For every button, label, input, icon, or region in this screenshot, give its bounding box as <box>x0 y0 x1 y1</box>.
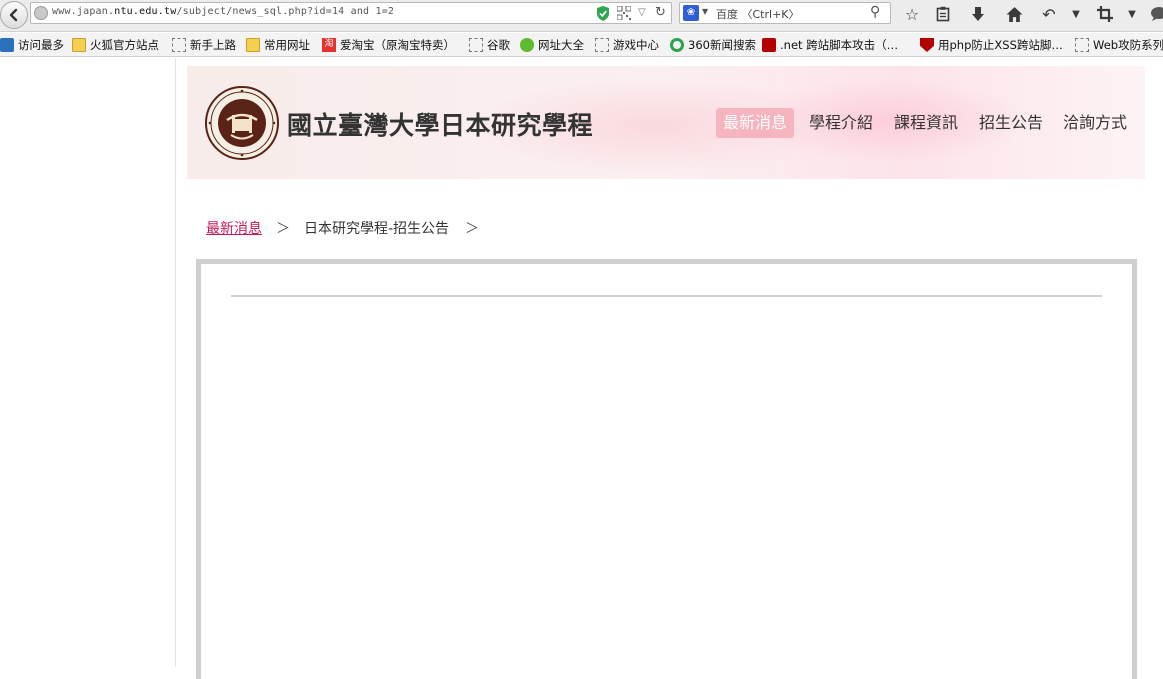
crop-icon[interactable] <box>1095 4 1115 24</box>
nav-item-admissions[interactable]: 招生公告 <box>972 108 1050 138</box>
undo-icon[interactable]: ↶ <box>1039 4 1059 24</box>
security-shield-icon[interactable] <box>596 6 610 21</box>
page-icon <box>172 38 186 52</box>
reload-icon[interactable]: ↻ <box>655 5 666 20</box>
search-bar[interactable]: ❀ ▼ 百度 〈Ctrl+K〉 ⚲ <box>679 2 891 24</box>
bookmark-item[interactable]: 用php防止XSS跨站脚… <box>920 37 1063 53</box>
article-content-frame <box>196 259 1137 679</box>
page-icon <box>595 38 609 52</box>
page-icon <box>469 38 483 52</box>
breadcrumb-current: 日本研究學程-招生公告 <box>304 221 450 237</box>
bookmark-item[interactable]: 游戏中心 <box>595 37 659 53</box>
page-icon <box>1075 38 1089 52</box>
360-icon <box>670 38 684 52</box>
bookmark-item[interactable]: 火狐官方站点 <box>72 37 159 53</box>
back-button[interactable] <box>0 1 28 29</box>
bookmark-star-icon[interactable]: ☆ <box>902 4 922 24</box>
bookmark-item[interactable]: 常用网址 <box>246 37 310 53</box>
bookmark-item[interactable]: Web攻防系列 <box>1075 37 1163 53</box>
site-header: 國立臺灣大學日本研究學程 最新消息 學程介紹 課程資訊 招生公告 洽詢方式 <box>187 66 1145 179</box>
bookmarks-bar: 访问最多 火狐官方站点 新手上路 常用网址 淘爱淘宝（原淘宝特卖） 谷歌 网址大… <box>0 33 1163 57</box>
engine-dropdown-icon[interactable]: ▼ <box>702 7 708 16</box>
nav-item-program-intro[interactable]: 學程介紹 <box>802 108 880 138</box>
bookmark-item[interactable]: 网址大全 <box>520 37 584 53</box>
site-title[interactable]: 國立臺灣大學日本研究學程 <box>287 106 593 142</box>
folder-icon <box>246 38 260 52</box>
qr-code-icon[interactable] <box>617 6 631 20</box>
ntu-seal-logo[interactable] <box>205 86 279 160</box>
search-icon[interactable]: ⚲ <box>870 4 880 20</box>
chat-bubble-icon[interactable] <box>1148 4 1163 24</box>
download-icon[interactable] <box>968 4 988 24</box>
reading-list-icon[interactable] <box>933 4 953 24</box>
article-divider <box>231 295 1102 297</box>
nav-item-contact[interactable]: 洽詢方式 <box>1056 108 1134 138</box>
breadcrumb-separator: ＞ <box>465 221 479 237</box>
breadcrumb-link-news[interactable]: 最新消息 <box>206 218 262 238</box>
globe-icon <box>34 6 48 20</box>
url-text[interactable]: www.japan.ntu.edu.tw/subject/news_sql.ph… <box>52 6 394 17</box>
bookmark-item[interactable]: 访问最多 <box>0 37 64 53</box>
home-icon[interactable] <box>1004 4 1024 24</box>
speech-bubble-icon <box>1151 7 1163 21</box>
undo-dropdown-icon[interactable]: ▼ <box>1066 4 1086 24</box>
baidu-paw-icon[interactable]: ❀ <box>683 5 699 21</box>
sidebar-divider <box>175 58 176 667</box>
house-icon <box>1006 6 1022 22</box>
bookmark-item[interactable]: 360新闻搜索 <box>670 37 756 53</box>
taobao-icon: 淘 <box>322 38 336 52</box>
crop-dropdown-icon[interactable]: ▼ <box>1122 4 1142 24</box>
nav-item-news[interactable]: 最新消息 <box>716 108 795 138</box>
nav-item-course-info[interactable]: 課程資訊 <box>887 108 965 138</box>
back-arrow-icon <box>9 8 18 22</box>
hao123-icon <box>520 38 534 52</box>
bookmark-item[interactable]: 谷歌 <box>469 37 510 53</box>
site-icon <box>762 38 776 52</box>
shield-icon <box>920 38 934 52</box>
most-visited-icon <box>0 38 14 52</box>
browser-toolbar: www.japan.ntu.edu.tw/subject/news_sql.ph… <box>0 0 1163 32</box>
screenshot-crop-icon <box>1097 6 1113 22</box>
bookmark-item[interactable]: 新手上路 <box>172 37 236 53</box>
bookmark-item[interactable]: 淘爱淘宝（原淘宝特卖） <box>322 37 455 53</box>
search-placeholder: 百度 〈Ctrl+K〉 <box>716 8 800 21</box>
dropdown-arrow-icon[interactable]: ▽ <box>638 7 646 18</box>
breadcrumb-separator: ＞ <box>276 221 290 237</box>
clipboard-icon <box>936 6 950 22</box>
download-arrow-icon <box>972 7 984 21</box>
bookmark-item[interactable]: .net 跨站脚本攻击（… <box>762 37 898 53</box>
url-bar[interactable]: www.japan.ntu.edu.tw/subject/news_sql.ph… <box>30 2 672 24</box>
folder-icon <box>72 38 86 52</box>
